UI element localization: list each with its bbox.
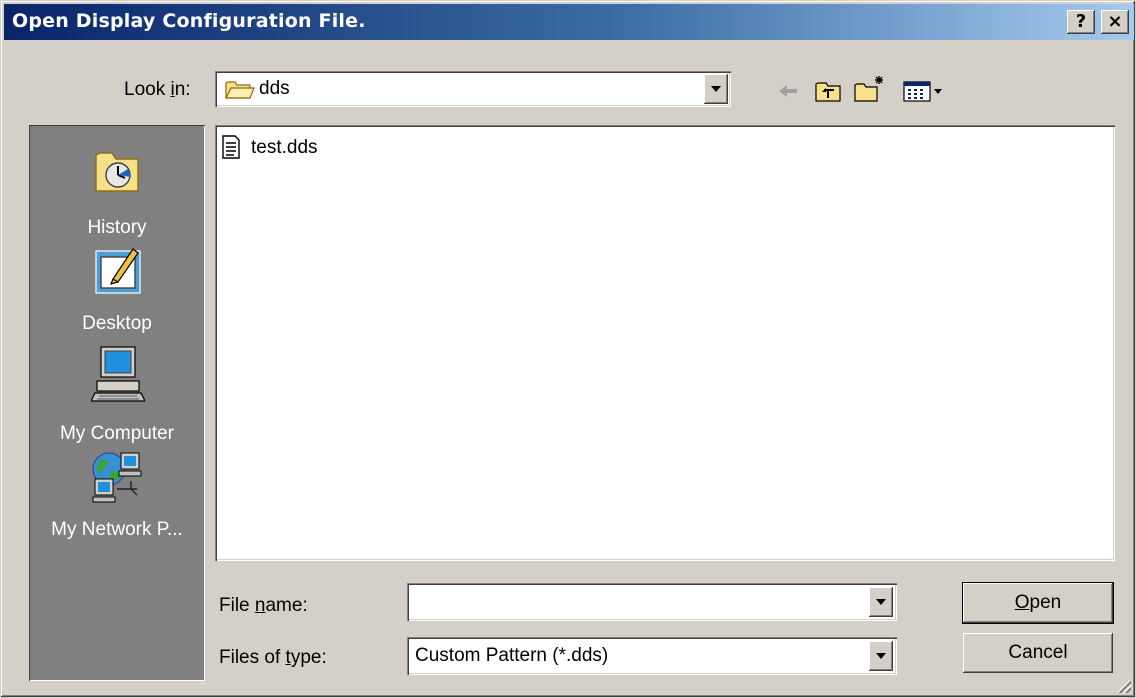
dialog-title: Open Display Configuration File. — [12, 10, 366, 32]
files-of-type-label: Files of type: — [219, 647, 327, 668]
look-in-dropdown-button[interactable] — [704, 74, 728, 104]
open-button[interactable]: Open — [962, 582, 1114, 624]
folder-icon — [225, 78, 255, 100]
place-network-label: My Network P... — [51, 519, 183, 540]
file-name-label: File name: — [219, 595, 308, 616]
up-folder-icon[interactable] — [813, 76, 845, 106]
look-in-value: dds — [259, 78, 290, 99]
resize-grip[interactable] — [1115, 677, 1131, 693]
place-history[interactable]: History — [29, 137, 205, 245]
look-in-label: Look in: — [124, 79, 191, 100]
place-my-computer-label: My Computer — [59, 423, 175, 444]
text-file-icon — [221, 135, 241, 159]
network-places-icon — [89, 449, 147, 505]
chevron-down-icon — [876, 653, 886, 659]
files-of-type-dropdown-button[interactable] — [869, 641, 893, 671]
place-desktop[interactable]: Desktop — [29, 243, 205, 347]
cancel-button[interactable]: Cancel — [963, 633, 1113, 673]
views-menu-icon[interactable] — [901, 76, 949, 106]
place-my-network-places[interactable]: My Network P... — [29, 443, 205, 553]
files-of-type-combobox[interactable]: Custom Pattern (*.dds) — [407, 637, 897, 675]
chevron-down-icon — [711, 86, 721, 92]
file-name-dropdown-button[interactable] — [869, 587, 893, 617]
place-history-label: History — [87, 217, 147, 238]
file-name: test.dds — [251, 137, 318, 158]
files-of-type-value: Custom Pattern (*.dds) — [415, 645, 609, 666]
title-bar[interactable]: Open Display Configuration File. ? × — [4, 4, 1134, 40]
open-file-dialog: Open Display Configuration File. ? × Loo… — [0, 0, 1136, 698]
new-folder-icon[interactable] — [853, 73, 885, 103]
file-list[interactable]: test.dds — [215, 125, 1115, 561]
help-button[interactable]: ? — [1067, 10, 1095, 34]
file-name-combobox[interactable] — [407, 583, 897, 621]
place-desktop-label: Desktop — [82, 313, 152, 334]
look-in-combobox[interactable]: dds — [215, 71, 731, 107]
back-arrow-icon[interactable] — [773, 76, 805, 106]
places-bar: History Desktop My Computer My Network P… — [29, 125, 205, 681]
place-my-computer[interactable]: My Computer — [29, 343, 205, 447]
history-icon — [94, 143, 142, 195]
close-button[interactable]: × — [1101, 10, 1129, 34]
chevron-down-icon — [876, 599, 886, 605]
list-item[interactable]: test.dds — [219, 133, 399, 161]
desktop-icon — [93, 245, 143, 297]
my-computer-icon — [90, 345, 146, 405]
